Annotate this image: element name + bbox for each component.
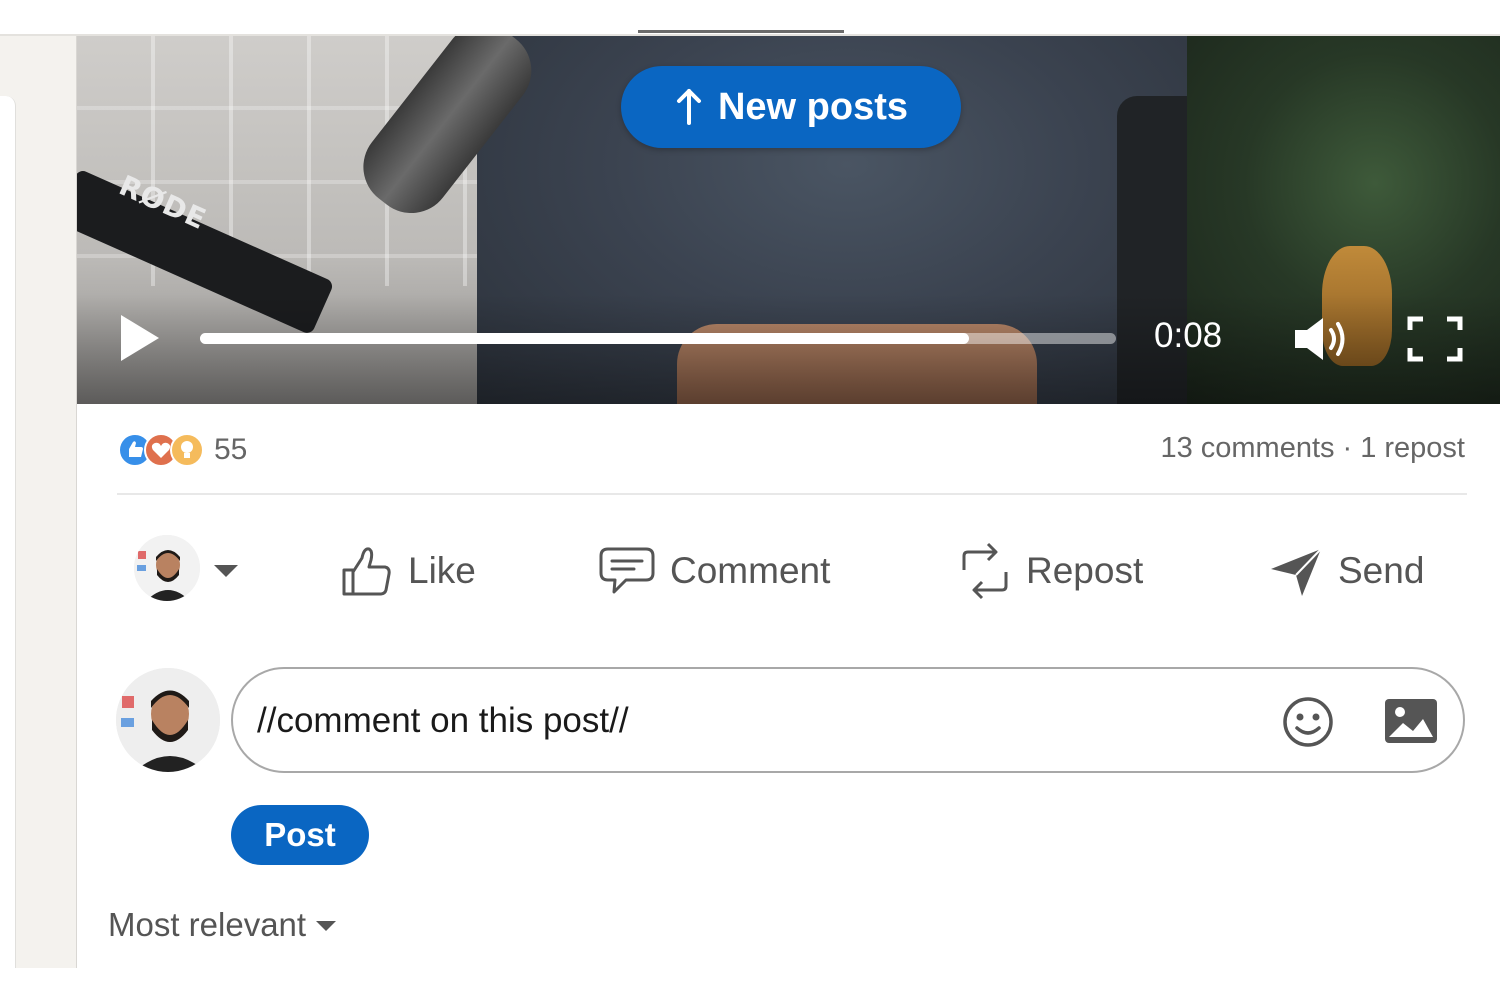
thumbs-up-icon xyxy=(342,547,391,596)
comment-composer[interactable] xyxy=(231,667,1465,773)
social-divider xyxy=(117,493,1467,495)
new-posts-label: New posts xyxy=(717,85,909,128)
reactions-summary[interactable]: 55 xyxy=(118,430,247,470)
like-button[interactable]: Like xyxy=(340,538,476,604)
repost-icon xyxy=(962,542,1008,600)
reposts-count-link[interactable]: 1 repost xyxy=(1360,432,1465,465)
new-posts-button[interactable]: New posts xyxy=(621,66,961,148)
video-controls-shade xyxy=(77,294,1500,404)
comment-label: Comment xyxy=(670,550,831,591)
comments-sort-dropdown[interactable]: Most relevant xyxy=(108,906,337,944)
comment-input[interactable] xyxy=(257,694,1237,748)
emoji-icon[interactable] xyxy=(1281,695,1335,749)
comments-count-link[interactable]: 13 comments xyxy=(1160,432,1334,465)
page: RØDE New posts 0:08 55 13 comments · 1 r… xyxy=(0,0,1500,1000)
play-icon[interactable] xyxy=(117,312,163,364)
count-separator: · xyxy=(1342,432,1353,464)
avatar xyxy=(134,535,200,601)
commenter-avatar[interactable] xyxy=(116,668,220,772)
send-paper-plane-icon xyxy=(1271,548,1322,596)
fullscreen-icon[interactable] xyxy=(1407,316,1463,362)
video-player[interactable]: RØDE New posts 0:08 xyxy=(77,36,1500,404)
chevron-down-icon xyxy=(316,921,337,931)
post-comment-button[interactable]: Post xyxy=(231,805,369,865)
top-strip xyxy=(0,0,1500,36)
video-progress-fill xyxy=(200,333,970,344)
send-button[interactable]: Send xyxy=(1268,538,1424,604)
send-label: Send xyxy=(1338,550,1425,591)
insightful-reaction-icon xyxy=(170,433,204,467)
reaction-actor-selector[interactable] xyxy=(134,535,238,601)
active-tab-indicator xyxy=(638,30,844,33)
repost-button[interactable]: Repost xyxy=(958,538,1143,604)
video-progress-bar[interactable] xyxy=(200,333,1116,344)
reaction-count: 55 xyxy=(214,433,248,466)
repost-label: Repost xyxy=(1026,550,1144,591)
video-time: 0:08 xyxy=(1154,316,1223,355)
left-sidebar-card xyxy=(0,96,16,968)
bottom-strip xyxy=(0,968,1500,1000)
arrow-up-icon xyxy=(676,89,701,125)
like-label: Like xyxy=(408,550,476,591)
comment-bubble-icon xyxy=(599,547,655,594)
image-icon[interactable] xyxy=(1383,697,1439,745)
engagement-counts: 13 comments · 1 repost xyxy=(1160,432,1465,465)
comment-button[interactable]: Comment xyxy=(598,538,830,604)
chevron-down-icon xyxy=(214,565,238,577)
sort-label: Most relevant xyxy=(108,906,307,943)
volume-icon[interactable] xyxy=(1291,314,1351,364)
